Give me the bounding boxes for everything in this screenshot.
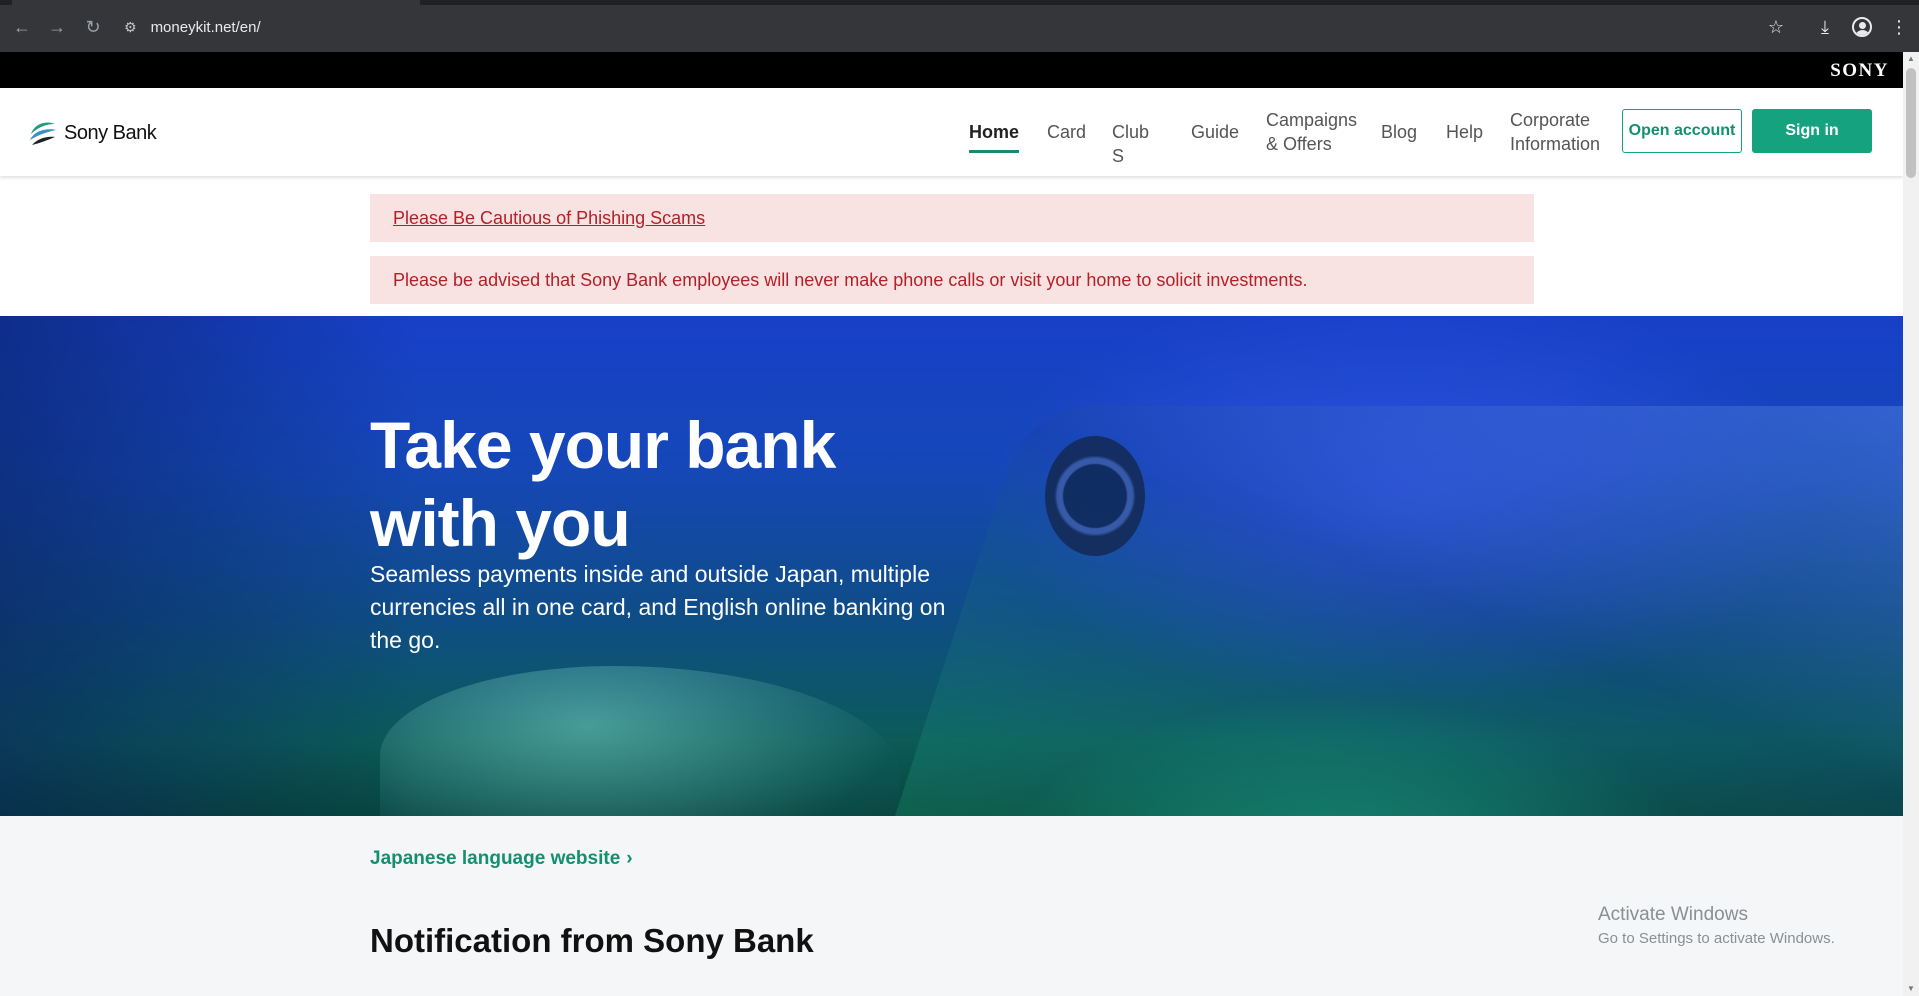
content-section: Japanese language website › Notification… bbox=[0, 816, 1903, 996]
page-scrollbar[interactable]: ▲ ▼ bbox=[1903, 52, 1919, 996]
hero-banner: Take your bank with you Seamless payment… bbox=[0, 316, 1903, 816]
scroll-down-icon[interactable]: ▼ bbox=[1903, 982, 1919, 996]
address-bar[interactable]: ⚙ moneykit.net/en/ bbox=[124, 13, 261, 41]
sony-corporate-bar: SONY bbox=[0, 52, 1903, 88]
advisory-alert-text: Please be advised that Sony Bank employe… bbox=[393, 269, 1308, 290]
hero-image-sleeve bbox=[891, 406, 1903, 816]
sony-logo[interactable]: SONY bbox=[1830, 60, 1889, 82]
browser-toolbar: ← → ↻ ⚙ moneykit.net/en/ ☆ ⤓ ⋮ bbox=[0, 0, 1919, 52]
phishing-alert-link[interactable]: Please Be Cautious of Phishing Scams bbox=[393, 208, 705, 229]
site-header: Sony Bank Home Card Club S Guide Campaig… bbox=[0, 88, 1903, 176]
activate-windows-title: Activate Windows bbox=[1598, 904, 1748, 925]
page-viewport: SONY Sony Bank Home Card Club S Guide Ca… bbox=[0, 52, 1903, 996]
active-tab[interactable] bbox=[12, 0, 420, 5]
site-info-icon[interactable]: ⚙ bbox=[124, 19, 137, 36]
nav-corporate-line2: Information bbox=[1510, 134, 1601, 154]
nav-help[interactable]: Help bbox=[1446, 120, 1483, 144]
reload-icon[interactable]: ↻ bbox=[80, 14, 106, 40]
hero-title-line1: Take your bank bbox=[370, 408, 836, 482]
nav-home[interactable]: Home bbox=[969, 120, 1020, 153]
advisory-alert: Please be advised that Sony Bank employe… bbox=[370, 256, 1534, 304]
profile-icon[interactable] bbox=[1849, 14, 1875, 40]
sony-bank-logo[interactable]: Sony Bank bbox=[28, 118, 157, 148]
phishing-alert: Please Be Cautious of Phishing Scams bbox=[370, 194, 1534, 242]
nav-campaigns-line2: & Offers bbox=[1266, 134, 1332, 154]
hero-title: Take your bank with you bbox=[370, 406, 836, 562]
alerts-section: Please Be Cautious of Phishing Scams Ple… bbox=[0, 176, 1903, 316]
sign-in-button[interactable]: Sign in bbox=[1752, 109, 1872, 153]
tab-strip bbox=[0, 0, 1919, 5]
open-account-button[interactable]: Open account bbox=[1622, 109, 1742, 153]
hero-title-line2: with you bbox=[370, 486, 631, 560]
hero-image-shade bbox=[0, 316, 420, 816]
nav-guide[interactable]: Guide bbox=[1191, 120, 1239, 144]
brand-name: Sony Bank bbox=[64, 121, 157, 144]
hero-subtitle: Seamless payments inside and outside Jap… bbox=[370, 561, 946, 653]
nav-corporate-information[interactable]: Corporate Information bbox=[1510, 108, 1600, 156]
hero-image-hand bbox=[380, 666, 900, 816]
download-icon[interactable]: ⤓ bbox=[1812, 14, 1838, 40]
windows-activation-watermark: Activate Windows Go to Settings to activ… bbox=[1598, 904, 1835, 947]
nav-club-s[interactable]: Club S bbox=[1112, 120, 1149, 168]
more-icon[interactable]: ⋮ bbox=[1886, 14, 1912, 40]
activate-windows-subtitle: Go to Settings to activate Windows. bbox=[1598, 930, 1835, 947]
japanese-website-link-label: Japanese language website bbox=[370, 848, 621, 869]
nav-card[interactable]: Card bbox=[1047, 120, 1086, 144]
nav-blog[interactable]: Blog bbox=[1381, 120, 1417, 144]
forward-icon[interactable]: → bbox=[44, 14, 70, 40]
nav-corporate-line1: Corporate bbox=[1510, 110, 1591, 130]
nav-campaigns-line1: Campaigns bbox=[1266, 110, 1358, 130]
back-icon[interactable]: ← bbox=[9, 14, 35, 40]
japanese-website-link[interactable]: Japanese language website › bbox=[370, 848, 633, 870]
notification-heading: Notification from Sony Bank bbox=[370, 922, 814, 959]
sony-bank-logo-icon bbox=[30, 122, 56, 145]
hero-image-watch bbox=[1045, 436, 1145, 556]
nav-campaigns-offers[interactable]: Campaigns & Offers bbox=[1266, 108, 1357, 156]
star-icon[interactable]: ☆ bbox=[1763, 14, 1789, 40]
scrollbar-thumb[interactable] bbox=[1906, 68, 1916, 178]
chevron-right-icon: › bbox=[626, 848, 633, 869]
scroll-up-icon[interactable]: ▲ bbox=[1903, 52, 1919, 66]
url-text: moneykit.net/en/ bbox=[150, 18, 261, 36]
